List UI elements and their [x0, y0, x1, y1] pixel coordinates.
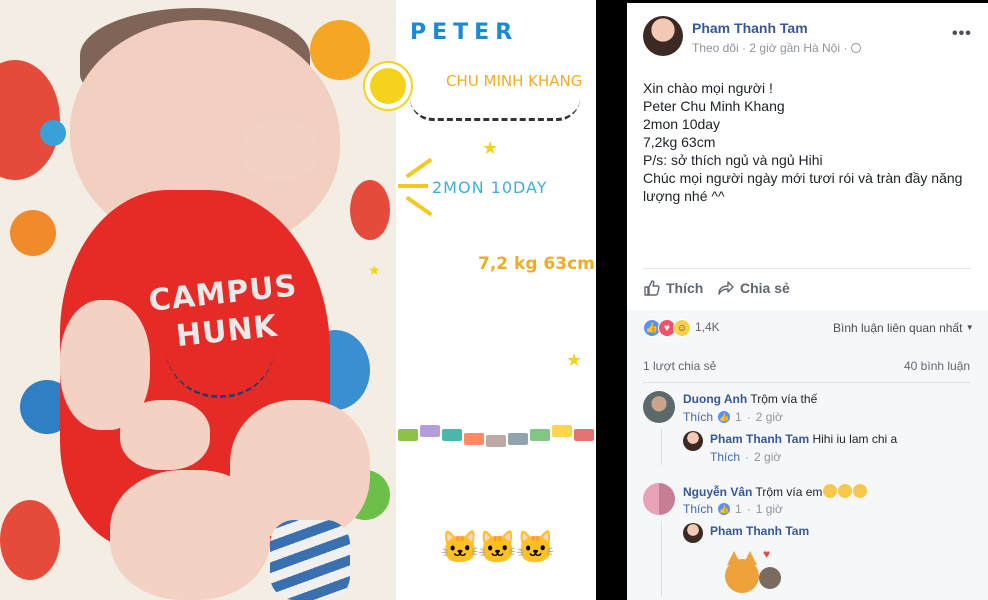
reply-like-link[interactable]: Thích	[710, 450, 740, 464]
mat-pattern	[350, 180, 390, 240]
caption-line: Xin chào mọi người !	[643, 80, 773, 96]
comment-time[interactable]: 1 giờ	[756, 502, 783, 516]
author-avatar[interactable]	[643, 16, 683, 56]
star-icon: ★	[566, 350, 583, 370]
post-caption: Xin chào mọi người ! Peter Chu Minh Khan…	[643, 79, 973, 205]
reply-avatar[interactable]	[683, 523, 703, 543]
commenter-name[interactable]: Nguyễn Vân	[683, 485, 752, 499]
post-location[interactable]: Hà Nội	[803, 41, 840, 55]
comment-like-count: 1	[735, 410, 742, 424]
meta-separator: ·	[843, 41, 848, 55]
like-label: Thích	[666, 280, 704, 296]
commenter-avatar[interactable]	[643, 483, 675, 515]
baby-hand	[240, 120, 320, 180]
globe-icon[interactable]	[850, 43, 861, 53]
comment-time[interactable]: 2 giờ	[756, 410, 783, 424]
comment-actions: Thích 👍 1 · 1 giờ	[683, 502, 783, 516]
location-prefix: gần	[779, 41, 800, 55]
comment-actions: Thích 👍 1 · 2 giờ	[683, 410, 783, 424]
mat-pattern	[10, 210, 56, 256]
play-mat-background: CAMPUS HUNK	[0, 0, 396, 600]
thumbs-up-icon: 👍	[718, 503, 731, 515]
meta-separator: ·	[746, 502, 751, 516]
caption-line: P/s: sở thích ngủ và ngủ Hihi	[643, 152, 823, 168]
toy-train-decoration	[398, 425, 594, 447]
overlay-fullname-text: CHU MINH KHANG	[446, 72, 583, 90]
reply-thread-line	[661, 429, 662, 465]
meta-separator: ·	[745, 450, 750, 464]
comment-like-link[interactable]: Thích	[683, 410, 713, 424]
thumbs-up-icon: 👍	[718, 411, 731, 423]
shares-count[interactable]: 1 lượt chia sẻ	[643, 359, 716, 373]
share-button[interactable]: Chia sẻ	[717, 279, 790, 297]
divider	[643, 382, 971, 383]
post-time[interactable]: 2 giờ	[749, 41, 776, 55]
sun-icon	[370, 68, 406, 104]
comment-text: Trộm vía em	[755, 485, 823, 499]
author-name[interactable]: Pham Thanh Tam	[692, 20, 808, 36]
baby-sock	[270, 520, 350, 600]
divider	[643, 268, 971, 269]
reply-author-name[interactable]: Pham Thanh Tam	[710, 524, 809, 538]
kiss-emoji-icon	[853, 484, 868, 498]
commenter-name[interactable]: Duong Anh	[683, 392, 747, 406]
kiss-emoji-icon	[838, 484, 853, 498]
baby-thigh	[110, 470, 270, 600]
caption-line: Chúc mọi người ngày mới tươi rói và tràn…	[643, 170, 963, 186]
baby-fist	[120, 400, 210, 470]
meta-separator: ·	[742, 41, 747, 55]
caption-line: lượng nhé ^^	[643, 188, 725, 204]
caption-line: 2mon 10day	[643, 116, 721, 132]
haha-reaction-icon: ☺	[673, 319, 691, 337]
follow-link[interactable]: Theo dõi	[692, 41, 739, 55]
comments-count[interactable]: 40 bình luận	[904, 359, 970, 373]
thumbs-up-icon	[644, 280, 660, 296]
comment-like-link[interactable]: Thích	[683, 502, 713, 516]
comment-sort-dropdown[interactable]: Bình luận liên quan nhất ▼	[833, 321, 974, 335]
dashed-path-decoration	[410, 98, 580, 121]
reactions-summary[interactable]: 👍 ♥ ☺	[643, 319, 691, 337]
post-photo[interactable]: CAMPUS HUNK ★ ★ ★ PETER CHU MINH KHANG 2…	[0, 0, 596, 600]
reply-body: Pham Thanh Tam Hihi iu lam chi a	[710, 432, 897, 446]
kiss-emoji-icon	[823, 484, 838, 498]
like-button[interactable]: Thích	[643, 279, 703, 297]
mat-pattern	[40, 120, 66, 146]
caption-line: Peter Chu Minh Khang	[643, 98, 785, 114]
comment-like-count: 1	[735, 502, 742, 516]
comment-text: Trộm vía thế	[750, 392, 818, 406]
caption-line: 7,2kg 63cm	[643, 134, 716, 150]
commenter-avatar[interactable]	[643, 391, 675, 423]
reply-author-name[interactable]: Pham Thanh Tam	[710, 432, 809, 446]
reaction-count[interactable]: 1,4K	[695, 320, 720, 334]
cats-sticker: 🐱🐱🐱	[440, 529, 556, 565]
reply-avatar[interactable]	[683, 431, 703, 451]
caret-down-icon: ▼	[965, 323, 974, 332]
overlay-age-text: 2MON 10DAY	[432, 178, 548, 197]
comment-body: Duong Anh Trộm vía thế	[683, 392, 817, 406]
more-options-icon[interactable]: •••	[952, 25, 972, 43]
overlay-peter-text: PETER	[410, 20, 519, 45]
overlay-weight-text: 7,2 kg 63cm	[478, 254, 595, 274]
mat-pattern	[0, 500, 60, 580]
share-icon	[718, 281, 734, 295]
reply-text: Hihi iu lam chi a	[812, 432, 898, 446]
meta-separator: ·	[746, 410, 751, 424]
post-meta: Theo dõi · 2 giờ gần Hà Nội ·	[692, 41, 861, 55]
overlay-panel	[396, 0, 596, 600]
post-details-panel: Pham Thanh Tam Theo dõi · 2 giờ gần Hà N…	[627, 3, 988, 600]
comments-section	[627, 310, 988, 600]
comment-body: Nguyễn Vân Trộm vía em	[683, 484, 868, 499]
mat-pattern	[310, 20, 370, 80]
reply-actions: Thích · 2 giờ	[710, 450, 781, 464]
reply-thread-line	[661, 521, 662, 597]
star-icon: ★	[368, 262, 381, 278]
reply-body: Pham Thanh Tam	[710, 524, 809, 538]
share-label: Chia sẻ	[740, 280, 790, 296]
burst-decoration	[398, 184, 428, 188]
star-icon: ★	[482, 138, 499, 158]
comment-sort-label: Bình luận liên quan nhất	[833, 321, 963, 335]
reply-time[interactable]: 2 giờ	[754, 450, 781, 464]
fox-sticker-image: ♥	[719, 543, 785, 599]
